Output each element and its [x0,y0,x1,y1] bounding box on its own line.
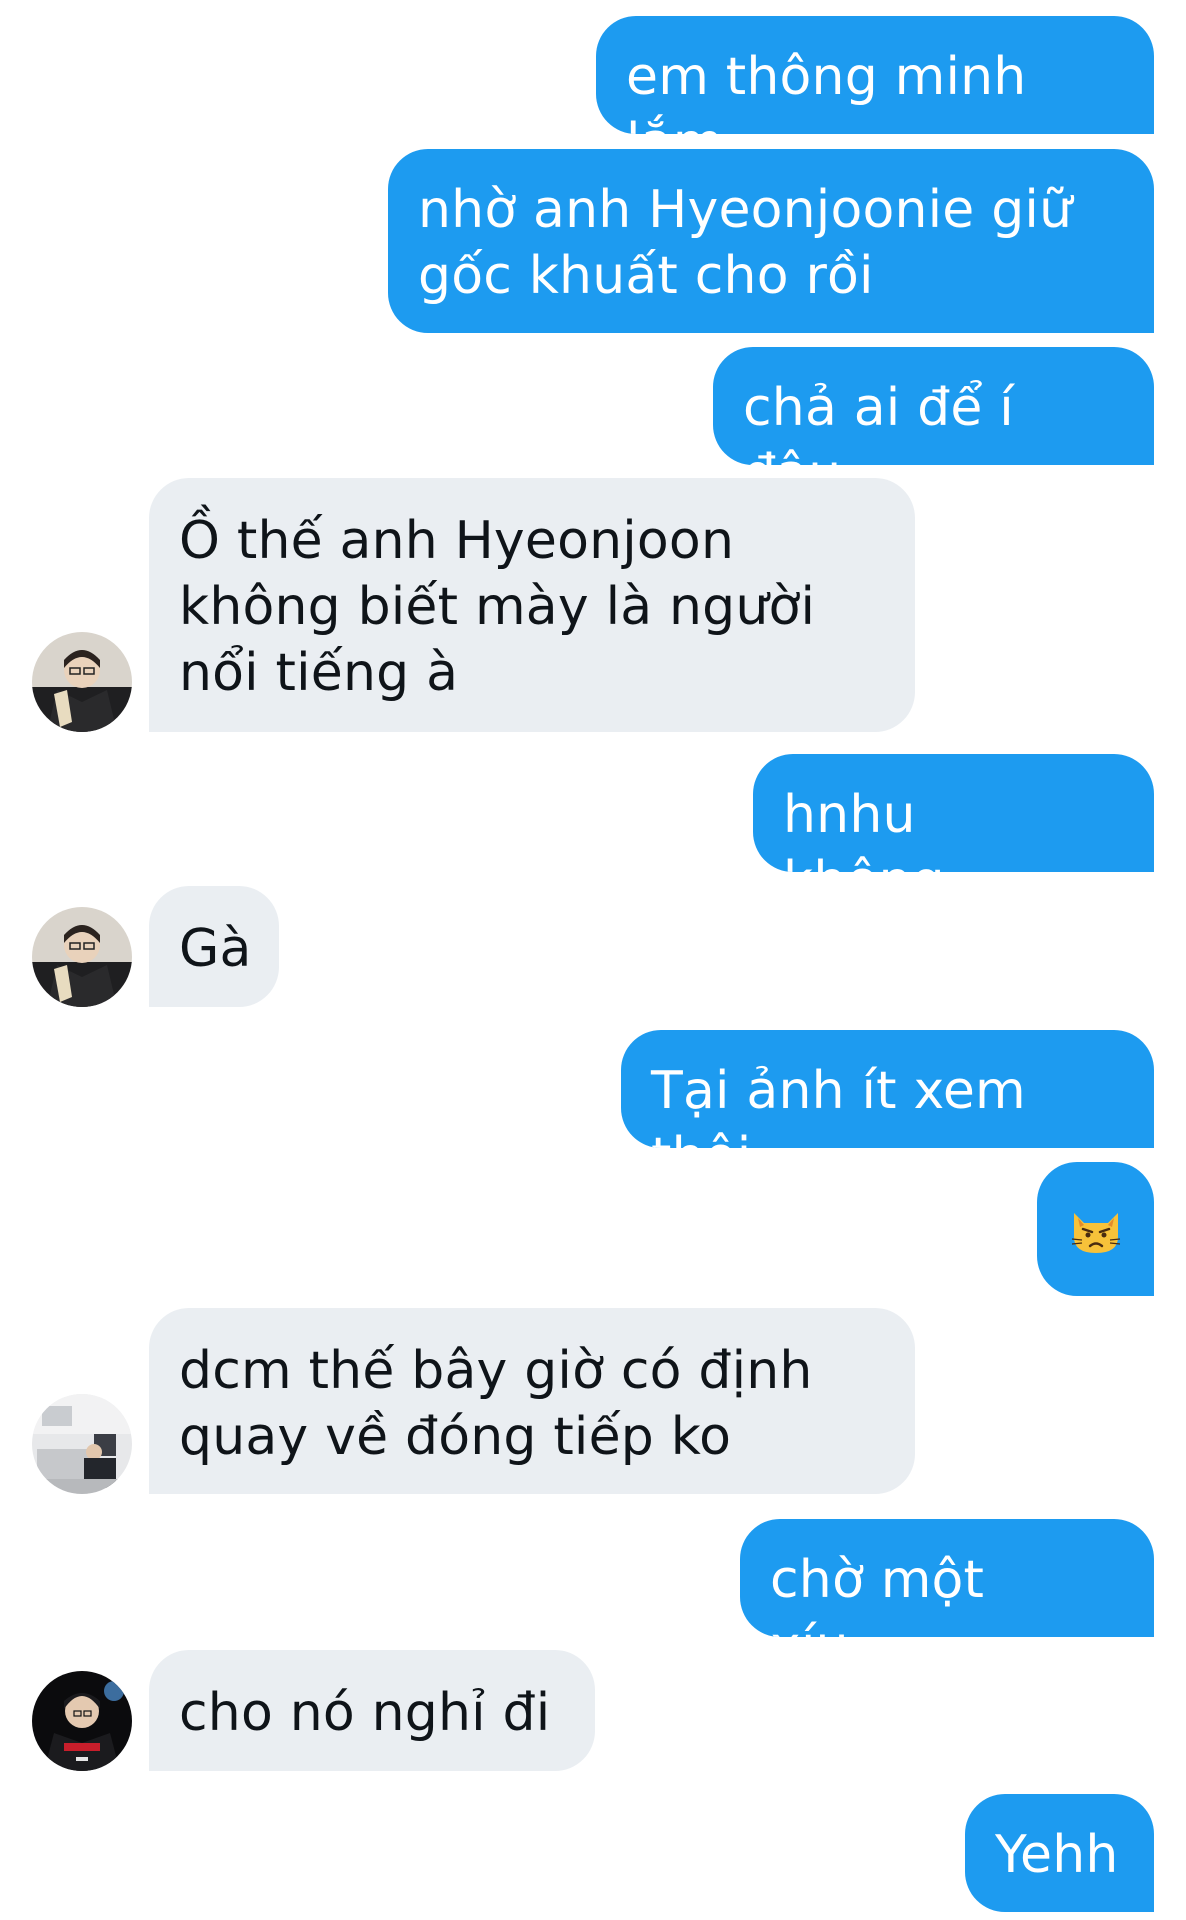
outgoing-message-bubble[interactable]: chả ai để í đâu [713,347,1154,465]
outgoing-message-bubble[interactable]: em thông minh lắm [596,16,1154,134]
user-avatar-icon[interactable] [32,907,132,1007]
incoming-message-bubble[interactable]: Gà [149,886,279,1007]
outgoing-message-bubble[interactable]: Yehh [965,1794,1154,1912]
outgoing-emoji-bubble[interactable] [1037,1162,1154,1296]
outgoing-message-bubble[interactable]: chờ một xíu... [740,1519,1154,1637]
outgoing-message-bubble[interactable]: hnhu không.. [753,754,1154,872]
incoming-message-bubble[interactable]: dcm thế bây giờ có định quay về đóng tiế… [149,1308,915,1494]
pouting-cat-emoji-icon [1071,1213,1120,1253]
outgoing-message-bubble[interactable]: nhờ anh Hyeonjoonie giữ gốc khuất cho rồ… [388,149,1154,333]
user-avatar-icon[interactable] [32,632,132,732]
incoming-message-bubble[interactable]: cho nó nghỉ đi [149,1650,595,1771]
user-avatar-icon[interactable] [32,1671,132,1771]
chat-thread: em thông minh lắm nhờ anh Hyeonjoonie gi… [0,0,1186,1920]
outgoing-message-bubble[interactable]: Tại ảnh ít xem thôi [621,1030,1154,1148]
incoming-message-bubble[interactable]: Ồ thế anh Hyeonjoon không biết mày là ng… [149,478,915,732]
user-avatar-icon[interactable] [32,1394,132,1494]
